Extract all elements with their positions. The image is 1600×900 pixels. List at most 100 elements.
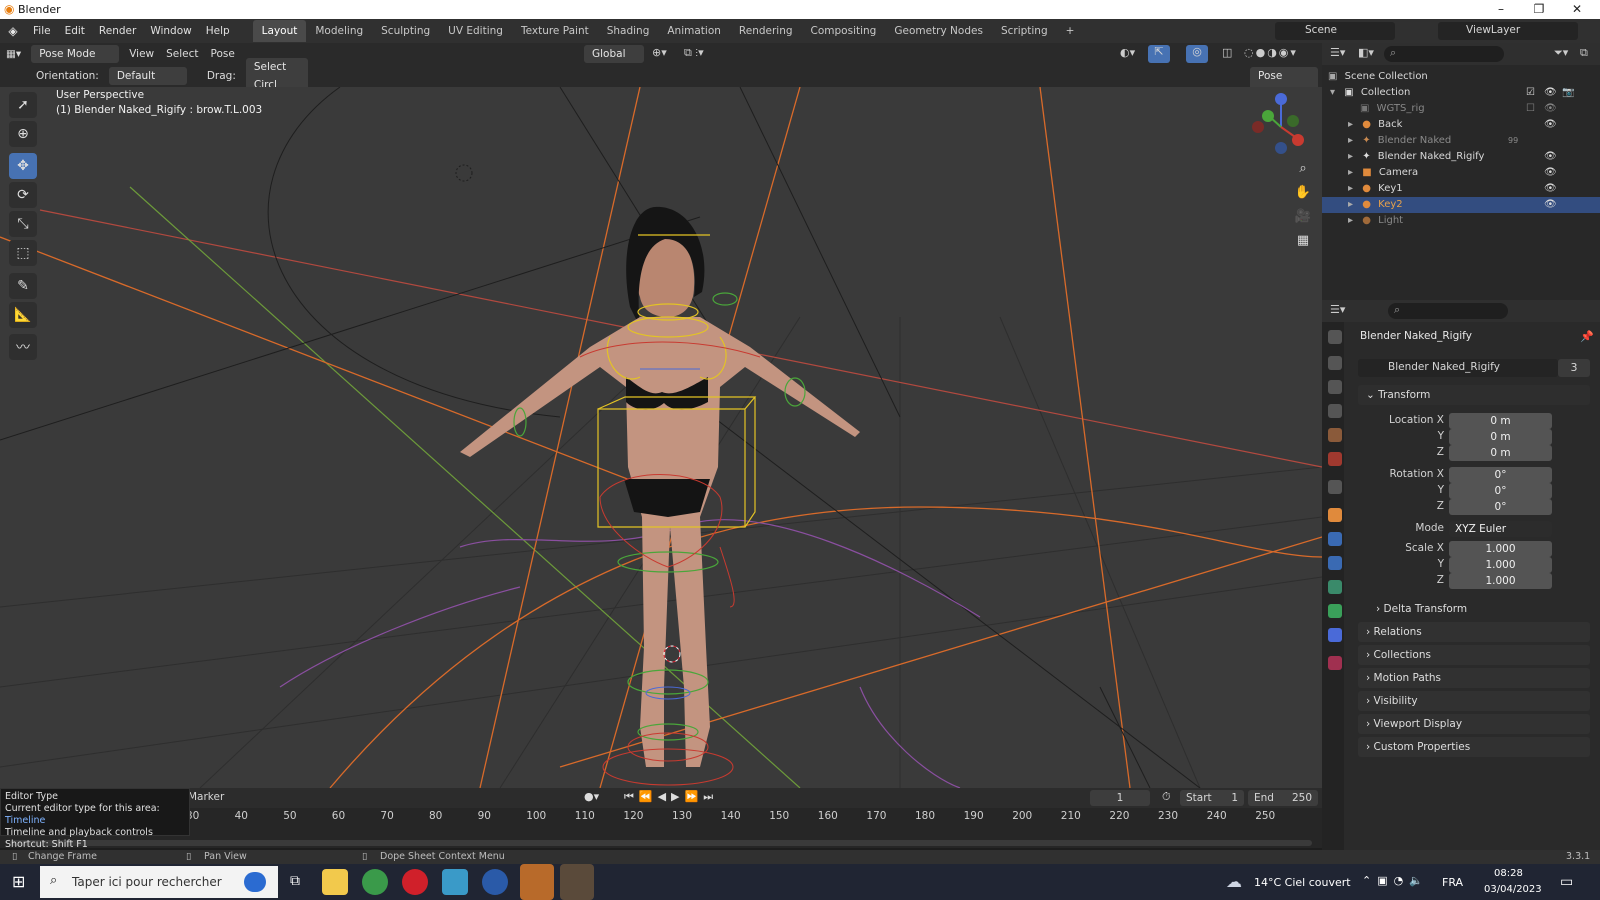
transform-orientation-select[interactable]: Global <box>584 45 644 63</box>
windows-start-icon[interactable]: ⊞ <box>12 872 25 891</box>
view-layer-tab-icon[interactable] <box>1328 404 1342 418</box>
3d-cursor-icon[interactable] <box>663 645 681 663</box>
menu-pose[interactable]: Pose <box>205 44 241 64</box>
zoom-icon[interactable]: ⌕ <box>1291 157 1315 181</box>
expand-arrow-icon[interactable]: ▸ <box>1348 151 1353 162</box>
outliner-item-key1[interactable]: ▸ ● Key1 👁 <box>1322 181 1600 197</box>
timeline-editor[interactable]: Marker ●▾ ⏮⏪◀▶⏩⏭ 1 ⏱ Start 1 End 250 30 4… <box>0 788 1322 848</box>
outliner-scene-collection[interactable]: ▣ Scene Collection <box>1322 69 1600 85</box>
opera-icon[interactable] <box>402 869 428 895</box>
maya-icon[interactable] <box>442 869 468 895</box>
location-x-field[interactable]: 0 m <box>1449 413 1552 429</box>
visibility-panel[interactable]: › Visibility <box>1358 691 1590 711</box>
checkbox-icon[interactable]: ☐ <box>1526 101 1535 117</box>
collection-tab-icon[interactable] <box>1328 480 1342 494</box>
scale-tool-icon[interactable]: ⤡ <box>9 211 37 237</box>
tab-compositing[interactable]: Compositing <box>802 20 886 42</box>
modifiers-tab-icon[interactable] <box>1328 532 1342 546</box>
minimize-button[interactable]: – <box>1482 0 1520 19</box>
eye-icon[interactable]: 👁 <box>1544 149 1557 165</box>
menu-select[interactable]: Select <box>160 44 204 64</box>
scale-y-field[interactable]: 1.000 <box>1449 557 1552 573</box>
current-frame-field[interactable]: 1 <box>1090 790 1150 806</box>
display-mode-icon[interactable]: ◧▾ <box>1358 46 1374 59</box>
3d-viewport[interactable]: User Perspective (1) Blender Naked_Rigif… <box>0 87 1322 788</box>
texture-tab-icon[interactable] <box>1328 656 1342 670</box>
record-icon[interactable]: ●▾ <box>584 790 599 803</box>
overlay-toggle-icon[interactable]: ◎ <box>1186 45 1208 63</box>
system-tray-icons[interactable]: ⌃▣◔🔈 <box>1362 874 1429 887</box>
properties-editor-icon[interactable]: ☰▾ <box>1330 303 1345 316</box>
checkbox-icon[interactable]: ☑ <box>1526 85 1535 101</box>
playback-controls[interactable]: ⏮⏪◀▶⏩⏭ <box>624 790 718 804</box>
clock-date[interactable]: 03/04/2023 <box>1484 884 1542 895</box>
navigation-gizmo[interactable] <box>1252 93 1304 154</box>
expand-arrow-icon[interactable]: ▾ <box>1330 87 1335 98</box>
expand-arrow-icon[interactable]: ▸ <box>1348 199 1353 210</box>
object-tab-icon[interactable] <box>1328 508 1342 522</box>
clock-time[interactable]: 08:28 <box>1494 868 1523 879</box>
collections-panel[interactable]: › Collections <box>1358 645 1590 665</box>
taskbar-search-input[interactable]: ⌕ Taper ici pour rechercher <box>40 866 278 898</box>
pivot-icon[interactable]: ⊕▾ <box>652 46 667 59</box>
blender-taskbar-icon[interactable] <box>560 864 594 900</box>
tab-texture-paint[interactable]: Texture Paint <box>512 20 598 42</box>
timeline-scrollbar[interactable] <box>10 840 1312 846</box>
output-tab-icon[interactable] <box>1328 380 1342 394</box>
viewlayer-selector[interactable]: ViewLayer <box>1438 22 1578 40</box>
menu-render[interactable]: Render <box>92 19 143 43</box>
physics-tab-icon[interactable] <box>1328 556 1342 570</box>
constraints-tab-icon[interactable] <box>1328 580 1342 594</box>
close-button[interactable]: ✕ <box>1558 0 1596 19</box>
tab-geometry-nodes[interactable]: Geometry Nodes <box>885 20 992 42</box>
tab-layout[interactable]: Layout <box>252 20 307 42</box>
tab-shading[interactable]: Shading <box>598 20 659 42</box>
delta-transform-subpanel[interactable]: › Delta Transform <box>1368 599 1590 619</box>
eye-icon[interactable]: 👁 <box>1544 117 1557 133</box>
relations-panel[interactable]: › Relations <box>1358 622 1590 642</box>
menu-help[interactable]: Help <box>199 19 237 43</box>
bing-icon[interactable] <box>244 872 266 892</box>
light-object-icon[interactable] <box>455 164 473 182</box>
expand-arrow-icon[interactable]: ▸ <box>1348 167 1353 178</box>
eye-icon[interactable]: 👁 <box>1544 101 1557 117</box>
clock-icon[interactable]: ⏱ <box>1162 790 1171 804</box>
rotate-tool-icon[interactable]: ⟳ <box>9 182 37 208</box>
outliner-item-blender-naked-rigify[interactable]: ▸ ✦ Blender Naked_Rigify 👁 <box>1322 149 1600 165</box>
render-tab-icon[interactable] <box>1328 356 1342 370</box>
users-count[interactable]: 3 <box>1558 359 1590 377</box>
chrome-icon[interactable] <box>362 869 388 895</box>
pin-icon[interactable]: 📌 <box>1580 330 1594 343</box>
eye-icon[interactable]: 👁 <box>1544 85 1557 101</box>
snap-icon[interactable]: ⧉ ⫶▾ <box>684 46 704 60</box>
task-view-icon[interactable]: ⧉ <box>290 873 300 889</box>
timeline-ruler[interactable]: 30 40 50 60 70 80 90 100 110 120 130 140 150 160 170 18… <box>0 808 1322 826</box>
language-indicator[interactable]: FRA <box>1442 876 1463 889</box>
outliner-item-blender-naked[interactable]: ▸ ✦ Blender Naked 99 <box>1322 133 1600 149</box>
world-tab-icon[interactable] <box>1328 452 1342 466</box>
move-tool-icon[interactable]: ✥ <box>9 153 37 179</box>
cursor-tool-icon[interactable]: ⊕ <box>9 121 37 147</box>
location-y-field[interactable]: 0 m <box>1449 429 1552 445</box>
outliner-item-light[interactable]: ▸ ● Light <box>1322 213 1600 229</box>
ortho-grid-icon[interactable]: ▦ <box>1291 229 1315 253</box>
gizmo-toggle-icon[interactable]: ⇱ <box>1148 45 1170 63</box>
custom-properties-panel[interactable]: › Custom Properties <box>1358 737 1590 757</box>
editor-type-icon[interactable]: ▦▾ <box>0 44 27 64</box>
rotation-z-field[interactable]: 0° <box>1449 499 1552 515</box>
outliner-item-back[interactable]: ▸ ● Back 👁 <box>1322 117 1600 133</box>
tab-uv-editing[interactable]: UV Editing <box>439 20 512 42</box>
shading-modes-icon[interactable]: ◌●◑◉▾ <box>1244 46 1298 59</box>
eye-icon[interactable]: 👁 <box>1544 181 1557 197</box>
menu-file[interactable]: File <box>26 19 58 43</box>
properties-search-input[interactable]: ⌕ <box>1388 303 1508 319</box>
menu-edit[interactable]: Edit <box>58 19 92 43</box>
outliner-search-input[interactable]: ⌕ <box>1384 46 1504 62</box>
mode-select[interactable]: Pose Mode <box>31 45 120 63</box>
pan-hand-icon[interactable]: ✋ <box>1291 181 1315 205</box>
outliner-item-camera[interactable]: ▸ ■ Camera 👁 <box>1322 165 1600 181</box>
camera-view-icon[interactable]: 🎥 <box>1291 205 1315 229</box>
rotation-y-field[interactable]: 0° <box>1449 483 1552 499</box>
eye-icon[interactable]: 👁 <box>1544 165 1557 181</box>
scale-z-field[interactable]: 1.000 <box>1449 573 1552 589</box>
